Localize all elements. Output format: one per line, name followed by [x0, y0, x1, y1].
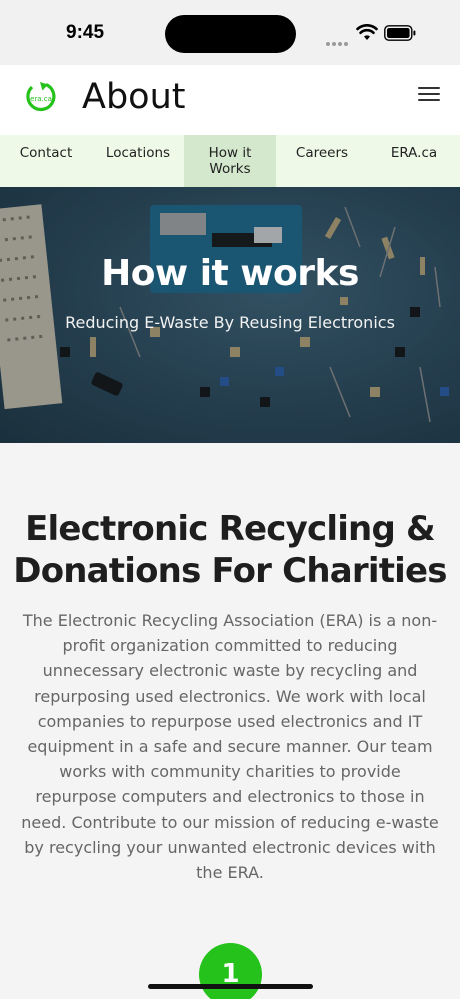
menu-icon[interactable] — [418, 87, 440, 105]
app-header: era.ca About — [0, 65, 460, 135]
hero-title: How it works — [101, 253, 359, 294]
section-body: The Electronic Recycling Association (ER… — [21, 611, 439, 883]
wifi-icon — [356, 24, 378, 40]
home-indicator — [148, 984, 313, 989]
dynamic-island — [165, 15, 296, 53]
hero-banner: How it works Reducing E-Waste By Reusing… — [0, 187, 460, 443]
tab-careers[interactable]: Careers — [276, 135, 368, 187]
tab-locations[interactable]: Locations — [92, 135, 184, 187]
page-title: About — [82, 77, 186, 117]
nav-tabs: Contact Locations How it Works Careers E… — [0, 135, 460, 187]
logo-text: era.ca — [30, 95, 52, 103]
step-number-badge: 1 — [199, 943, 262, 999]
tab-era-ca[interactable]: ERA.ca — [368, 135, 460, 187]
battery-icon — [384, 25, 416, 41]
tab-how-it-works[interactable]: How it Works — [184, 135, 276, 187]
cellular-signal-icon — [326, 31, 350, 50]
era-logo[interactable]: era.ca — [22, 75, 60, 115]
tab-contact[interactable]: Contact — [0, 135, 92, 187]
status-time: 9:45 — [66, 22, 105, 43]
hero-subtitle: Reducing E-Waste By Reusing Electronics — [65, 313, 395, 332]
section-heading: Electronic Recycling & Donations For Cha… — [13, 509, 447, 591]
status-bar: 9:45 — [0, 0, 460, 65]
